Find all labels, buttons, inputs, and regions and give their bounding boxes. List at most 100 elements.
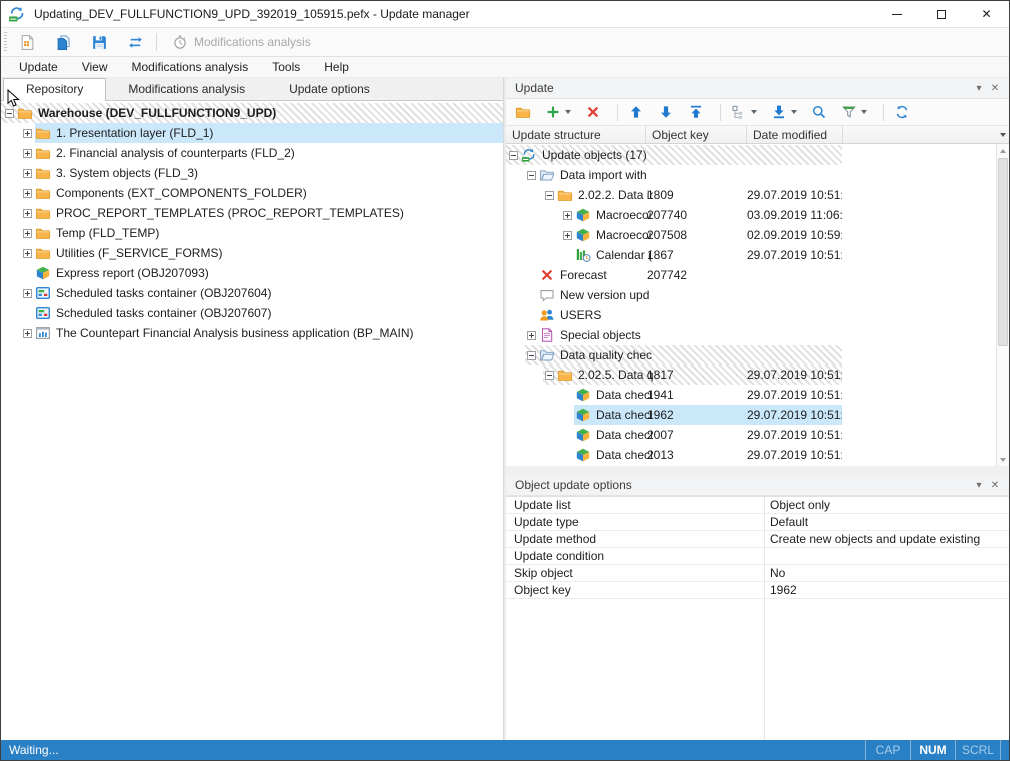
- move-top-button[interactable]: [684, 101, 708, 123]
- column-header-date-modified[interactable]: Date modified: [747, 126, 843, 143]
- update-tree-row[interactable]: Data checl196229.07.2019 10:51:29: [506, 405, 1009, 425]
- expander-plus-icon[interactable]: [23, 169, 32, 178]
- add-button[interactable]: [541, 101, 575, 123]
- expander-plus-icon[interactable]: [23, 289, 32, 298]
- expander-plus-icon[interactable]: [563, 231, 572, 240]
- repository-tree-row[interactable]: Utilities (F_SERVICE_FORMS): [1, 243, 503, 263]
- folder-button[interactable]: [511, 101, 535, 123]
- panel-splitter-horizontal[interactable]: [506, 466, 1009, 475]
- tab-modifications-analysis[interactable]: Modifications analysis: [106, 79, 267, 100]
- option-row-update-condition[interactable]: Update condition: [506, 548, 1009, 565]
- expander-plus-icon[interactable]: [563, 211, 572, 220]
- menu-modifications-analysis[interactable]: Modifications analysis: [120, 57, 261, 77]
- repository-tree-row[interactable]: 2. Financial analysis of counterparts (F…: [1, 143, 503, 163]
- option-value[interactable]: Default: [764, 514, 1009, 530]
- update-tree-row[interactable]: Special objects: [506, 325, 1009, 345]
- update-tree-row[interactable]: Data import with: [506, 165, 1009, 185]
- option-value[interactable]: 1962: [764, 582, 1009, 598]
- update-tree-row[interactable]: Data quality chec: [506, 345, 1009, 365]
- column-chooser-arrow-icon[interactable]: [1000, 133, 1006, 137]
- expander-minus-icon[interactable]: [509, 151, 518, 160]
- panel-menu-icon[interactable]: ▾: [971, 480, 987, 491]
- expander-minus-icon[interactable]: [5, 109, 14, 118]
- update-tree-row[interactable]: Data checl201329.07.2019 10:51:29: [506, 445, 1009, 465]
- tab-update-options[interactable]: Update options: [267, 79, 392, 100]
- close-button[interactable]: ✕: [964, 1, 1009, 27]
- expander-minus-icon[interactable]: [527, 171, 536, 180]
- update-tree-row[interactable]: Data checl194129.07.2019 10:51:29: [506, 385, 1009, 405]
- expander-plus-icon[interactable]: [23, 129, 32, 138]
- update-tree-row[interactable]: Data checl200729.07.2019 10:51:29: [506, 425, 1009, 445]
- tree-view-button[interactable]: [727, 101, 761, 123]
- menu-view[interactable]: View: [70, 57, 120, 77]
- menu-update[interactable]: Update: [7, 57, 70, 77]
- repository-tree-row[interactable]: Scheduled tasks container (OBJ207604): [1, 283, 503, 303]
- expander-plus-icon[interactable]: [23, 189, 32, 198]
- option-row-update-type[interactable]: Update typeDefault: [506, 514, 1009, 531]
- expander-minus-icon[interactable]: [545, 371, 554, 380]
- repository-tree-row[interactable]: Temp (FLD_TEMP): [1, 223, 503, 243]
- option-value[interactable]: [764, 548, 1009, 564]
- repository-tree-row[interactable]: The Countepart Financial Analysis busine…: [1, 323, 503, 343]
- repository-tree-row[interactable]: Express report (OBJ207093): [1, 263, 503, 283]
- expander-plus-icon[interactable]: [23, 209, 32, 218]
- expander-plus-icon[interactable]: [23, 149, 32, 158]
- expander-minus-icon[interactable]: [545, 191, 554, 200]
- option-value[interactable]: Create new objects and update existing: [764, 531, 1009, 547]
- move-up-button[interactable]: [624, 101, 648, 123]
- delete-button[interactable]: [581, 101, 605, 123]
- expander-minus-icon[interactable]: [527, 351, 536, 360]
- option-value[interactable]: No: [764, 565, 1009, 581]
- repository-tree-row[interactable]: Scheduled tasks container (OBJ207607): [1, 303, 503, 323]
- update-tree-row[interactable]: Calendar (186729.07.2019 10:51:22: [506, 245, 1009, 265]
- minimize-button[interactable]: [874, 1, 919, 27]
- update-tree-row[interactable]: Update objects (17): [506, 145, 1009, 165]
- menu-help[interactable]: Help: [312, 57, 361, 77]
- update-tree-row[interactable]: Forecast207742: [506, 265, 1009, 285]
- sync-swap-button[interactable]: [121, 30, 149, 54]
- update-tree-row[interactable]: Macroecoi20774003.09.2019 11:06:50: [506, 205, 1009, 225]
- dropdown-caret-icon[interactable]: [791, 110, 797, 114]
- expander-plus-icon[interactable]: [527, 331, 536, 340]
- expander-plus-icon[interactable]: [23, 329, 32, 338]
- repository-tree-row[interactable]: PROC_REPORT_TEMPLATES (PROC_REPORT_TEMPL…: [1, 203, 503, 223]
- import-button[interactable]: [767, 101, 801, 123]
- copy-document-button[interactable]: [49, 30, 77, 54]
- dropdown-caret-icon[interactable]: [861, 110, 867, 114]
- modifications-analysis-button[interactable]: Modifications analysis: [164, 30, 319, 54]
- new-report-button[interactable]: [13, 30, 41, 54]
- update-tree-row[interactable]: 2.02.2. Data ir180929.07.2019 10:51:22: [506, 185, 1009, 205]
- scrollbar-thumb[interactable]: [998, 158, 1008, 346]
- expander-plus-icon[interactable]: [23, 229, 32, 238]
- repository-tree-row[interactable]: Components (EXT_COMPONENTS_FOLDER): [1, 183, 503, 203]
- option-row-update-method[interactable]: Update methodCreate new objects and upda…: [506, 531, 1009, 548]
- scrollbar-up-arrow[interactable]: [997, 144, 1009, 157]
- search-button[interactable]: [807, 101, 831, 123]
- save-button[interactable]: [85, 30, 113, 54]
- repository-tree-row[interactable]: 3. System objects (FLD_3): [1, 163, 503, 183]
- panel-close-icon[interactable]: ✕: [987, 83, 1003, 94]
- expander-plus-icon[interactable]: [23, 249, 32, 258]
- panel-close-icon[interactable]: ✕: [987, 480, 1003, 491]
- refresh-button[interactable]: [890, 101, 914, 123]
- column-header-object-key[interactable]: Object key: [646, 126, 747, 143]
- menu-tools[interactable]: Tools: [260, 57, 312, 77]
- toolbar-grip[interactable]: [4, 32, 7, 52]
- scrollbar-down-arrow[interactable]: [997, 453, 1009, 466]
- option-value[interactable]: Object only: [764, 497, 1009, 513]
- option-row-object-key[interactable]: Object key1962: [506, 582, 1009, 599]
- update-tree-scrollbar[interactable]: [996, 144, 1009, 466]
- dropdown-caret-icon[interactable]: [565, 110, 571, 114]
- update-tree-row[interactable]: New version upd: [506, 285, 1009, 305]
- update-tree-row[interactable]: Macroecoi20750802.09.2019 10:59:28: [506, 225, 1009, 245]
- maximize-button[interactable]: [919, 1, 964, 27]
- repository-tree-row[interactable]: Warehouse (DEV_FULLFUNCTION9_UPD): [1, 103, 503, 123]
- column-header-update-structure[interactable]: Update structure: [506, 126, 646, 143]
- update-tree-row[interactable]: USERS: [506, 305, 1009, 325]
- update-tree-row[interactable]: 2.02.5. Data q181729.07.2019 10:51:29: [506, 365, 1009, 385]
- filter-button[interactable]: [837, 101, 871, 123]
- move-down-button[interactable]: [654, 101, 678, 123]
- dropdown-caret-icon[interactable]: [751, 110, 757, 114]
- option-row-skip-object[interactable]: Skip objectNo: [506, 565, 1009, 582]
- option-row-update-list[interactable]: Update listObject only: [506, 497, 1009, 514]
